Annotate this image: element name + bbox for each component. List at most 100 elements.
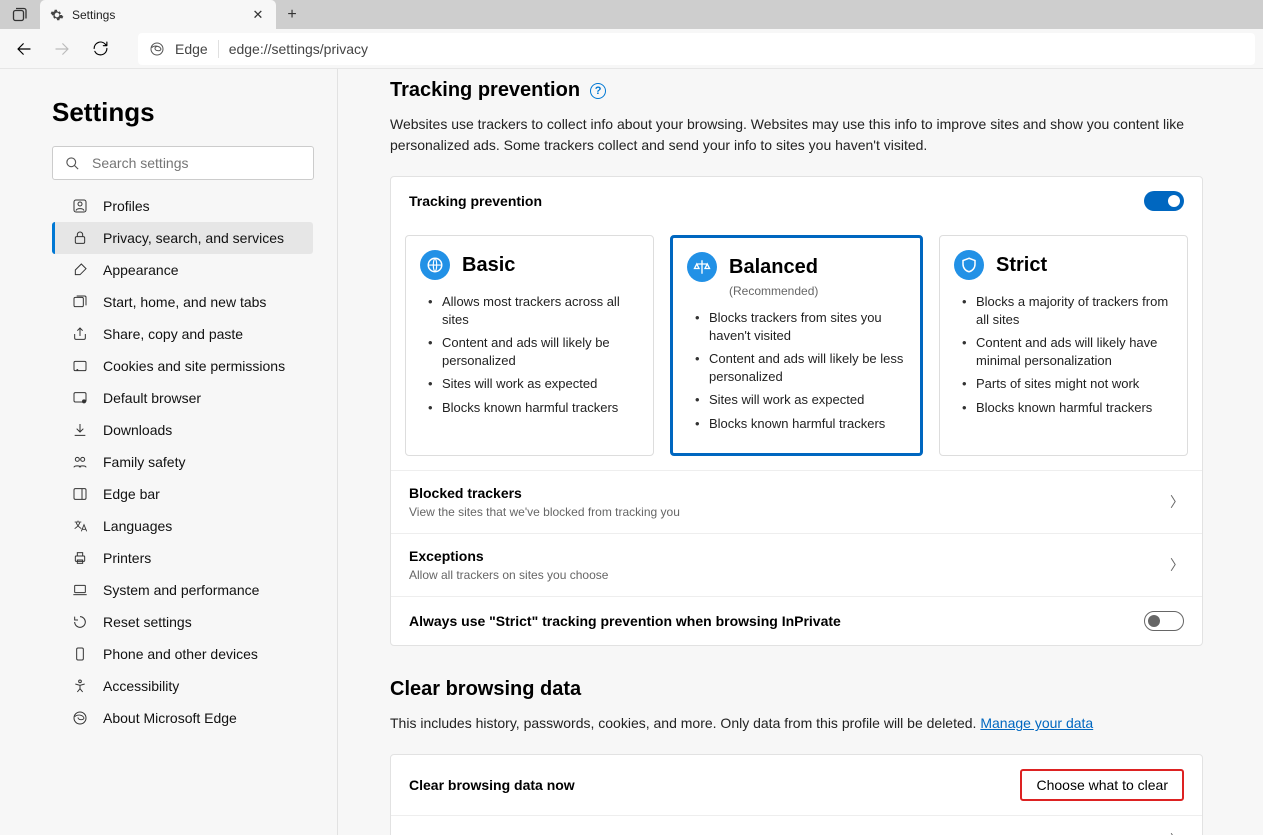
shield-icon xyxy=(954,250,984,280)
tracking-card-basic[interactable]: Basic Allows most trackers across all si… xyxy=(405,235,654,456)
tracking-card-balanced[interactable]: Balanced (Recommended) Blocks trackers f… xyxy=(670,235,923,456)
tab-bar: Settings ✕ + xyxy=(0,0,1263,29)
address-app-label: Edge xyxy=(175,41,208,57)
new-tab-button[interactable]: + xyxy=(276,0,308,29)
tracking-card-strict[interactable]: Strict Blocks a majority of trackers fro… xyxy=(939,235,1188,456)
forward-button[interactable] xyxy=(46,33,78,65)
content: Tracking prevention ? Websites use track… xyxy=(338,69,1263,835)
card-point: Sites will work as expected xyxy=(428,372,639,396)
address-url: edge://settings/privacy xyxy=(229,41,368,57)
nav-list: Profiles Privacy, search, and services A… xyxy=(52,190,313,734)
sidebar-item-family[interactable]: Family safety xyxy=(52,446,313,478)
sidebar-item-about[interactable]: About Microsoft Edge xyxy=(52,702,313,734)
help-icon[interactable]: ? xyxy=(590,83,606,99)
sidebar-item-start[interactable]: Start, home, and new tabs xyxy=(52,286,313,318)
tab-settings[interactable]: Settings ✕ xyxy=(40,0,276,29)
card-point: Blocks a majority of trackers from all s… xyxy=(962,290,1173,331)
blocked-sub: View the sites that we've blocked from t… xyxy=(409,505,680,519)
tracking-toggle-row: Tracking prevention xyxy=(391,177,1202,225)
sidebar: Settings Profiles Privacy, search, and s… xyxy=(0,69,338,835)
nav-label: Accessibility xyxy=(103,678,179,694)
cookie-icon xyxy=(71,357,89,375)
tabs-icon xyxy=(71,293,89,311)
sidebar-item-printers[interactable]: Printers xyxy=(52,542,313,574)
arrow-left-icon xyxy=(15,40,33,58)
sidebar-item-edgebar[interactable]: Edge bar xyxy=(52,478,313,510)
tracking-toggle[interactable] xyxy=(1144,191,1184,211)
nav-label: Family safety xyxy=(103,454,185,470)
card-point: Blocks known harmful trackers xyxy=(962,396,1173,420)
exceptions-row[interactable]: Exceptions Allow all trackers on sites y… xyxy=(391,533,1202,596)
exceptions-sub: Allow all trackers on sites you choose xyxy=(409,568,608,582)
choose-what-to-clear-button[interactable]: Choose what to clear xyxy=(1020,769,1184,801)
nav-label: Reset settings xyxy=(103,614,192,630)
clear-onclose-row[interactable]: Choose what to clear every time you clos… xyxy=(391,815,1202,835)
sidebar-item-default-browser[interactable]: Default browser xyxy=(52,382,313,414)
sidebar-item-profiles[interactable]: Profiles xyxy=(52,190,313,222)
recommended-badge: (Recommended) xyxy=(729,284,906,298)
sidebar-item-languages[interactable]: Languages xyxy=(52,510,313,542)
nav-label: System and performance xyxy=(103,582,259,598)
nav-label: Profiles xyxy=(103,198,150,214)
nav-label: Default browser xyxy=(103,390,201,406)
arrow-right-icon xyxy=(53,40,71,58)
nav-label: Start, home, and new tabs xyxy=(103,294,266,310)
sidebar-item-appearance[interactable]: Appearance xyxy=(52,254,313,286)
tab-actions-button[interactable] xyxy=(0,0,40,29)
chevron-right-icon: 〉 xyxy=(1170,555,1184,575)
sidebar-item-privacy[interactable]: Privacy, search, and services xyxy=(52,222,313,254)
sidebar-item-cookies[interactable]: Cookies and site permissions xyxy=(52,350,313,382)
tracking-heading: Tracking prevention ? xyxy=(390,79,1203,102)
edge-icon xyxy=(71,709,89,727)
lock-icon xyxy=(71,229,89,247)
card-point: Content and ads will likely be less pers… xyxy=(695,347,906,388)
tab-title: Settings xyxy=(72,8,242,22)
nav-label: Cookies and site permissions xyxy=(103,358,285,374)
tracking-desc: Websites use trackers to collect info ab… xyxy=(390,114,1190,156)
nav-label: Downloads xyxy=(103,422,172,438)
sidebar-icon xyxy=(71,485,89,503)
laptop-icon xyxy=(71,581,89,599)
tracking-panel-label: Tracking prevention xyxy=(409,193,542,209)
gear-icon xyxy=(50,8,64,22)
close-icon[interactable]: ✕ xyxy=(250,7,266,23)
blocked-label: Blocked trackers xyxy=(409,485,680,501)
share-icon xyxy=(71,325,89,343)
sidebar-item-downloads[interactable]: Downloads xyxy=(52,414,313,446)
sidebar-item-phone[interactable]: Phone and other devices xyxy=(52,638,313,670)
nav-label: Privacy, search, and services xyxy=(103,230,284,246)
address-bar[interactable]: Edge edge://settings/privacy xyxy=(138,33,1255,65)
back-button[interactable] xyxy=(8,33,40,65)
edge-logo-icon xyxy=(149,41,165,57)
sidebar-item-share[interactable]: Share, copy and paste xyxy=(52,318,313,350)
manage-data-link[interactable]: Manage your data xyxy=(980,715,1093,731)
strict-inprivate-toggle[interactable] xyxy=(1144,611,1184,631)
reset-icon xyxy=(71,613,89,631)
profile-icon xyxy=(71,197,89,215)
card-title: Balanced xyxy=(729,256,818,279)
nav-label: Languages xyxy=(103,518,172,534)
card-point: Content and ads will likely be personali… xyxy=(428,331,639,372)
card-title: Strict xyxy=(996,254,1047,277)
paint-icon xyxy=(71,261,89,279)
clear-desc: This includes history, passwords, cookie… xyxy=(390,713,1190,734)
main: Settings Profiles Privacy, search, and s… xyxy=(0,69,1263,835)
sidebar-item-accessibility[interactable]: Accessibility xyxy=(52,670,313,702)
tracking-heading-text: Tracking prevention xyxy=(390,79,580,102)
tabs-icon xyxy=(12,7,28,23)
family-icon xyxy=(71,453,89,471)
clear-now-label: Clear browsing data now xyxy=(409,777,575,793)
search-input[interactable] xyxy=(92,155,301,171)
nav-label: About Microsoft Edge xyxy=(103,710,237,726)
card-point: Blocks trackers from sites you haven't v… xyxy=(695,306,906,347)
search-input-wrapper[interactable] xyxy=(52,146,314,180)
sidebar-item-reset[interactable]: Reset settings xyxy=(52,606,313,638)
page-title: Settings xyxy=(52,97,313,128)
card-point: Sites will work as expected xyxy=(695,388,906,412)
sidebar-item-system[interactable]: System and performance xyxy=(52,574,313,606)
search-icon xyxy=(65,156,80,171)
blocked-trackers-row[interactable]: Blocked trackers View the sites that we'… xyxy=(391,470,1202,533)
browser-icon xyxy=(71,389,89,407)
toolbar: Edge edge://settings/privacy xyxy=(0,29,1263,69)
refresh-button[interactable] xyxy=(84,33,116,65)
